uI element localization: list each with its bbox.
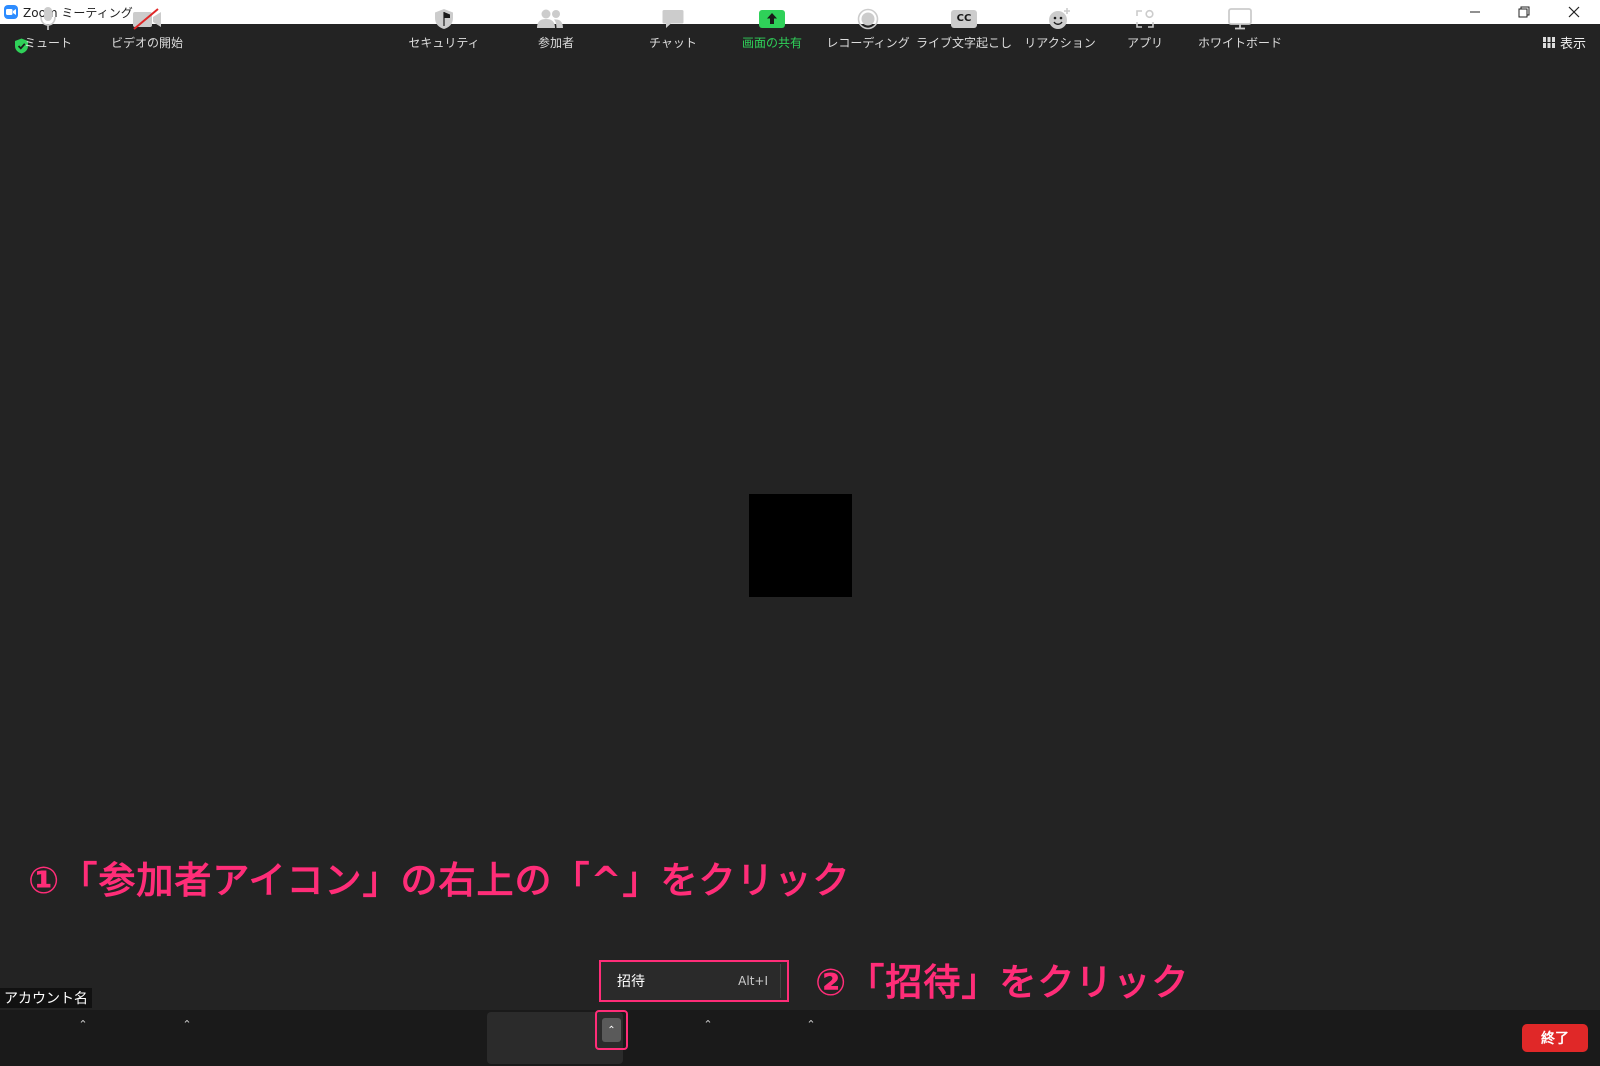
record-icon [857, 6, 879, 32]
annotation-step-1: ①「参加者アイコン」の右上の「^」をクリック [28, 859, 851, 902]
view-button[interactable]: 表示 [1542, 33, 1586, 52]
participants-icon-group: 1 [537, 6, 575, 32]
whiteboard-button[interactable]: ホワイトボード [1195, 0, 1285, 56]
whiteboard-icon [1228, 6, 1252, 32]
participants-options-chevron-up-icon[interactable]: ⌃ [602, 1018, 621, 1042]
apps-label: アプリ [1126, 35, 1163, 50]
invite-shortcut: Alt+I [738, 974, 768, 988]
share-options-chevron-up-icon[interactable]: ⌃ [804, 1018, 818, 1031]
chat-options-chevron-up-icon[interactable]: ⌃ [701, 1018, 715, 1031]
chat-bubble-icon [662, 6, 684, 32]
cc-badge: CC [951, 9, 977, 28]
share-screen-label: 画面の共有 [741, 35, 802, 50]
mute-options-chevron-up-icon[interactable]: ⌃ [76, 1018, 90, 1031]
recording-label: レコーディング [826, 35, 910, 50]
security-label: セキュリティ [408, 35, 480, 50]
participants-options-highlight: ⌃ [595, 1010, 628, 1050]
zoom-app-icon [4, 5, 18, 19]
security-button[interactable]: セキュリティ [408, 0, 480, 56]
view-label: 表示 [1559, 37, 1586, 52]
reaction-smiley-icon [1048, 6, 1072, 32]
participants-label: 参加者 [537, 35, 574, 50]
minimize-icon[interactable] [1451, 0, 1499, 24]
recording-button[interactable]: レコーディング [826, 0, 910, 56]
video-options-chevron-up-icon[interactable]: ⌃ [180, 1018, 194, 1031]
participant-video-placeholder [749, 494, 852, 597]
participants-icon [537, 9, 564, 28]
reactions-button[interactable]: リアクション [1024, 0, 1096, 56]
chat-label: チャット [649, 35, 697, 50]
security-shield-icon [434, 6, 454, 32]
participants-count: 1 [567, 11, 575, 26]
share-screen-button[interactable]: 画面の共有 [733, 0, 811, 56]
start-video-label: ビデオの開始 [110, 35, 183, 50]
whiteboard-label: ホワイトボード [1197, 35, 1282, 50]
live-transcription-button[interactable]: CC ライブ文字起こし [915, 0, 1013, 56]
restore-icon[interactable] [1500, 0, 1548, 24]
meeting-toolbar [0, 1010, 1600, 1066]
grid-icon [1542, 37, 1555, 48]
microphone-icon [40, 6, 56, 32]
invite-label: 招待 [617, 974, 645, 990]
share-screen-icon [759, 6, 785, 32]
close-icon[interactable] [1550, 0, 1598, 24]
invite-menu: 招待 Alt+I [599, 960, 789, 1002]
account-name-label: アカウント名 [0, 988, 92, 1008]
mute-button[interactable]: ミュート [20, 0, 76, 56]
closed-caption-icon: CC [951, 6, 977, 32]
live-transcription-label: ライブ文字起こし [915, 35, 1012, 50]
annotation-step-2: ②「招待」をクリック [815, 961, 1190, 1004]
start-video-button[interactable]: ビデオの開始 [108, 0, 186, 56]
invite-menu-item[interactable]: 招待 Alt+I [603, 964, 781, 998]
reactions-label: リアクション [1024, 35, 1096, 50]
participants-button[interactable]: 1 参加者 [525, 0, 587, 56]
apps-button[interactable]: アプリ [1117, 0, 1173, 56]
apps-icon [1135, 6, 1155, 32]
chat-button[interactable]: チャット [645, 0, 701, 56]
video-off-icon [132, 6, 162, 32]
mute-label: ミュート [23, 35, 72, 50]
end-meeting-button[interactable]: 終了 [1522, 1024, 1588, 1052]
